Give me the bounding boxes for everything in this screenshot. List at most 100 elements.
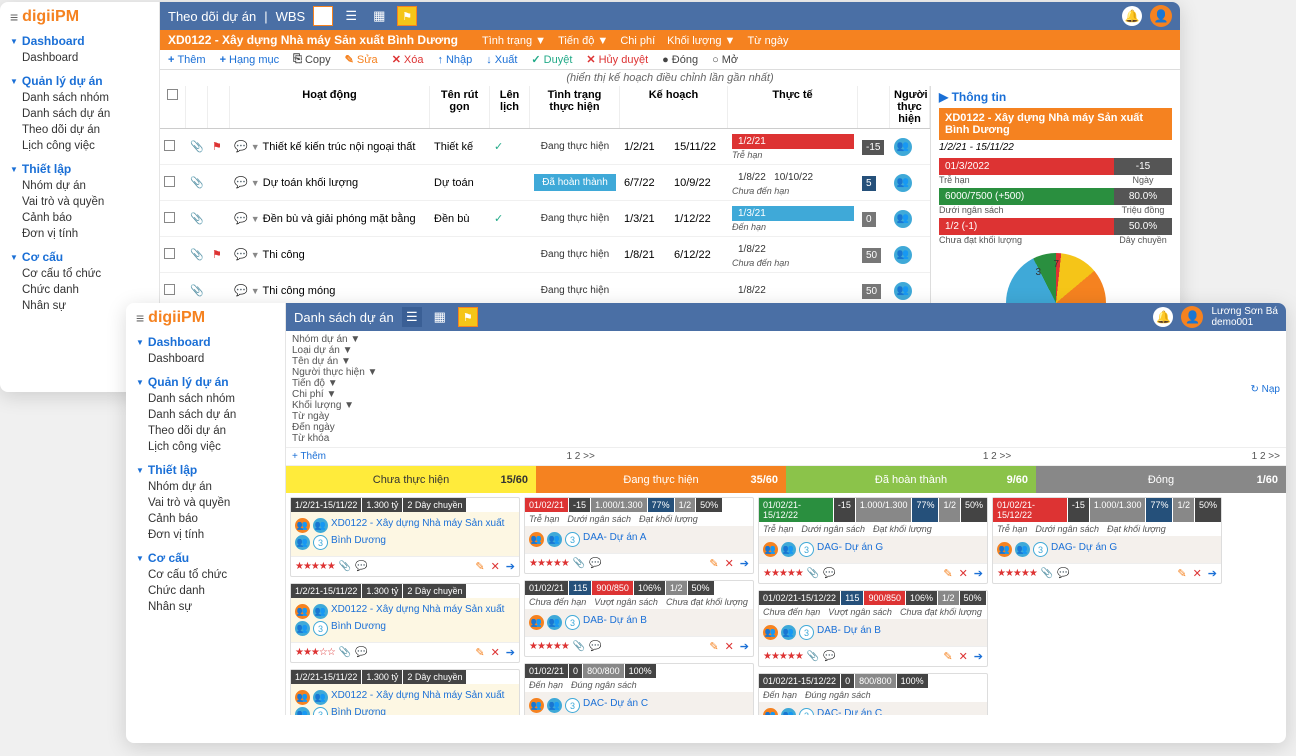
delete-icon[interactable]: ✕ — [1193, 567, 1202, 580]
tool-icon-1[interactable]: ÷ — [313, 6, 333, 26]
arrow-icon[interactable]: ➔ — [974, 650, 983, 663]
clip-icon[interactable]: 📎 — [573, 558, 585, 569]
sidebar-section[interactable]: Quản lý dự án — [136, 375, 275, 389]
sidebar-item[interactable]: Danh sách nhóm — [10, 90, 149, 106]
tool-icon[interactable]: ⚑ — [458, 307, 478, 327]
sidebar-item[interactable]: Danh sách dự án — [10, 106, 149, 122]
delete-icon[interactable]: ✕ — [491, 560, 500, 573]
refresh-button[interactable]: ↻ Nạp — [1250, 384, 1280, 395]
clip-icon[interactable]: 📎 — [186, 174, 208, 191]
sidebar-item[interactable]: Lịch công việc — [10, 138, 149, 154]
filter-item[interactable]: Chi phí ▼ — [292, 389, 377, 400]
filter-item[interactable]: Từ ngày — [292, 411, 377, 422]
sidebar-item[interactable]: Theo dõi dự án — [136, 423, 275, 439]
clip-icon[interactable]: 📎 — [186, 210, 208, 227]
sidebar-section[interactable]: Thiết lập — [10, 162, 149, 176]
table-row[interactable]: 📎 💬 ▼ Đền bù và giải phóng mặt bằng Đền … — [160, 201, 930, 237]
user-icon[interactable]: 👥 — [894, 138, 912, 156]
tool-icon-2[interactable]: ⚑ — [397, 6, 417, 26]
clip-icon[interactable]: 📎 — [186, 138, 208, 155]
arrow-icon[interactable]: ➔ — [740, 640, 749, 653]
sidebar-item[interactable]: Dashboard — [10, 50, 149, 66]
list-icon[interactable]: ☰ — [402, 307, 422, 327]
filter-item[interactable]: Người thực hiện ▼ — [292, 367, 377, 378]
paging-top2[interactable]: 1 2 >> — [983, 451, 1011, 462]
filter-item[interactable]: Từ khóa — [292, 433, 377, 444]
sidebar-section[interactable]: Cơ cấu — [136, 551, 275, 565]
arrow-icon[interactable]: ➔ — [506, 646, 515, 659]
project-card[interactable]: 01/02/21-15/12/22115900/850106%1/250% Ch… — [758, 590, 988, 667]
toolbar-button[interactable]: ✕ Hủy duyệt — [586, 53, 648, 66]
edit-icon[interactable]: ✎ — [943, 650, 952, 663]
arrow-icon[interactable]: ➔ — [1208, 567, 1217, 580]
status-segment[interactable]: Đã hoàn thành9/60 — [786, 466, 1036, 493]
sidebar-section[interactable]: Dashboard — [136, 335, 275, 349]
clip-icon[interactable]: 📎 — [1041, 568, 1053, 579]
filter-item[interactable]: Tên dự án ▼ — [292, 356, 377, 367]
menu-icon[interactable]: ≡ — [136, 310, 144, 326]
toolbar-button[interactable]: ✓ Duyệt — [531, 53, 572, 66]
sidebar-section[interactable]: Cơ cấu — [10, 250, 149, 264]
delete-icon[interactable]: ✕ — [725, 557, 734, 570]
grid-icon[interactable]: ▦ — [430, 307, 450, 327]
toolbar-button[interactable]: ○ Mở — [712, 53, 738, 66]
status-segment[interactable]: Đang thực hiện35/60 — [536, 466, 786, 493]
delete-icon[interactable]: ✕ — [959, 650, 968, 663]
comment-icon[interactable]: 💬 — [234, 249, 248, 261]
sidebar-item[interactable]: Lịch công việc — [136, 439, 275, 455]
filter-item[interactable]: Đến ngày — [292, 422, 377, 433]
arrow-icon[interactable]: ➔ — [974, 567, 983, 580]
toolbar-button[interactable]: + Thêm — [168, 53, 206, 66]
sidebar-item[interactable]: Vai trò và quyền — [136, 495, 275, 511]
add-button[interactable]: + Thêm — [292, 451, 326, 462]
list-icon[interactable]: ☰ — [341, 6, 361, 26]
row-checkbox[interactable] — [164, 248, 175, 259]
user-avatar[interactable]: 👤 — [1181, 306, 1203, 328]
table-row[interactable]: 📎 ⚑ 💬 ▼ Thiết kế kiến trúc nội ngoại thấ… — [160, 129, 930, 165]
user-avatar[interactable]: 👤 — [1150, 5, 1172, 27]
filter-item[interactable]: Loại dự án ▼ — [292, 345, 377, 356]
toolbar-button[interactable]: ↑ Nhập — [437, 53, 472, 66]
delete-icon[interactable]: ✕ — [491, 646, 500, 659]
filter-item[interactable]: Khối lượng ▼ — [667, 35, 735, 47]
project-card[interactable]: 01/02/21-15/12/220800/800100% Đến hạnĐún… — [758, 673, 988, 715]
sidebar-item[interactable]: Đơn vị tính — [136, 527, 275, 543]
sidebar-section[interactable]: Thiết lập — [136, 463, 275, 477]
filter-item[interactable]: Tiến độ ▼ — [292, 378, 377, 389]
comment-icon[interactable]: 💬 — [589, 641, 601, 652]
edit-icon[interactable]: ✎ — [1177, 567, 1186, 580]
toolbar-button[interactable]: ↓ Xuất — [486, 53, 517, 66]
project-card[interactable]: 01/02/21115900/850106%1/250% Chưa đến hạ… — [524, 580, 754, 657]
edit-icon[interactable]: ✎ — [475, 646, 484, 659]
delete-icon[interactable]: ✕ — [725, 640, 734, 653]
filter-item[interactable]: Tiến độ ▼ — [558, 35, 608, 47]
project-card[interactable]: 1/2/21-15/11/221.300 tỷ2 Dây chuyền 👥👥XD… — [290, 497, 520, 577]
comment-icon[interactable]: 💬 — [234, 213, 248, 225]
edit-icon[interactable]: ✎ — [709, 557, 718, 570]
sidebar-section[interactable]: Quản lý dự án — [10, 74, 149, 88]
sidebar-item[interactable]: Cơ cấu tổ chức — [10, 266, 149, 282]
comment-icon[interactable]: 💬 — [234, 285, 248, 297]
menu-icon[interactable]: ≡ — [10, 9, 18, 25]
sidebar-item[interactable]: Dashboard — [136, 351, 275, 367]
sidebar-section[interactable]: Dashboard — [10, 34, 149, 48]
project-card[interactable]: 01/02/210800/800100% Đến hạnĐúng ngân sá… — [524, 663, 754, 715]
paging-top3[interactable]: 1 2 >> — [1252, 451, 1280, 462]
clip-icon[interactable]: 📎 — [339, 647, 351, 658]
user-icon[interactable]: 👥 — [894, 210, 912, 228]
toolbar-button[interactable]: ● Đóng — [662, 53, 698, 66]
clip-icon[interactable]: 📎 — [807, 651, 819, 662]
comment-icon[interactable]: 💬 — [234, 177, 248, 189]
sidebar-item[interactable]: Nhóm dự án — [136, 479, 275, 495]
status-segment[interactable]: Đóng1/60 — [1036, 466, 1286, 493]
clip-icon[interactable]: 📎 — [339, 561, 351, 572]
edit-icon[interactable]: ✎ — [943, 567, 952, 580]
select-all-checkbox[interactable] — [167, 89, 178, 100]
sidebar-item[interactable]: Đơn vị tính — [10, 226, 149, 242]
user-icon[interactable]: 👥 — [894, 246, 912, 264]
delete-icon[interactable]: ✕ — [959, 567, 968, 580]
toolbar-button[interactable]: + Hạng mục — [220, 53, 280, 66]
comment-icon[interactable]: 💬 — [355, 561, 367, 572]
project-card[interactable]: 1/2/21-15/11/221.300 tỷ2 Dây chuyền 👥👥XD… — [290, 669, 520, 715]
toolbar-button[interactable]: ✕ Xóa — [392, 53, 424, 66]
